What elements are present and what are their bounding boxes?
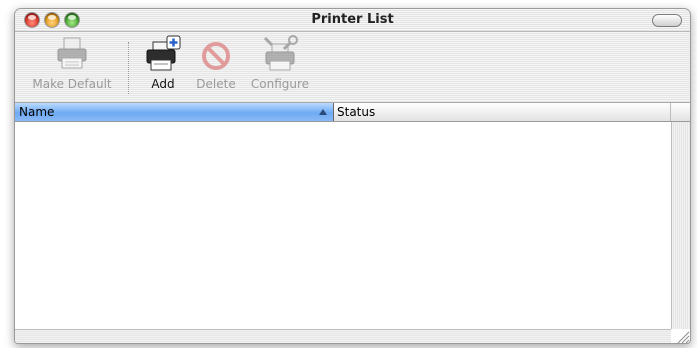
toolbar: Make Default Add Delete Configure xyxy=(15,32,690,103)
title-bar[interactable]: Printer List xyxy=(15,9,690,32)
column-status-label: Status xyxy=(337,105,376,119)
delete-printer-button[interactable]: Delete xyxy=(193,34,239,91)
toolbar-toggle-button[interactable] xyxy=(652,14,682,27)
make-default-button[interactable]: Make Default xyxy=(27,34,117,91)
delete-icon xyxy=(202,42,230,70)
horizontal-scrollbar[interactable] xyxy=(15,329,671,343)
toolbar-separator xyxy=(128,42,130,94)
add-label: Add xyxy=(151,77,175,91)
resize-handle[interactable] xyxy=(671,329,690,343)
vertical-scrollbar[interactable] xyxy=(671,122,690,329)
configure-label: Configure xyxy=(250,77,310,91)
column-name-label: Name xyxy=(19,105,55,119)
header-corner xyxy=(671,103,690,121)
printer-icon xyxy=(57,37,87,69)
make-default-label: Make Default xyxy=(32,77,112,91)
window-title: Printer List xyxy=(311,12,394,27)
printer-list[interactable] xyxy=(15,122,671,329)
printer-table: Name Status xyxy=(15,103,690,343)
column-header-status[interactable]: Status xyxy=(334,103,671,121)
configure-printer-icon xyxy=(263,35,298,71)
resize-grip-icon xyxy=(677,331,690,343)
delete-label: Delete xyxy=(196,77,236,91)
add-printer-button[interactable]: Add xyxy=(143,34,183,91)
sort-ascending-icon xyxy=(319,109,327,115)
table-header: Name Status xyxy=(15,103,690,122)
configure-printer-button[interactable]: Configure xyxy=(247,34,313,91)
add-printer-icon xyxy=(146,35,181,71)
column-header-name[interactable]: Name xyxy=(15,103,334,121)
printer-list-window: Printer List Make Default Add Delete Con… xyxy=(14,8,691,344)
